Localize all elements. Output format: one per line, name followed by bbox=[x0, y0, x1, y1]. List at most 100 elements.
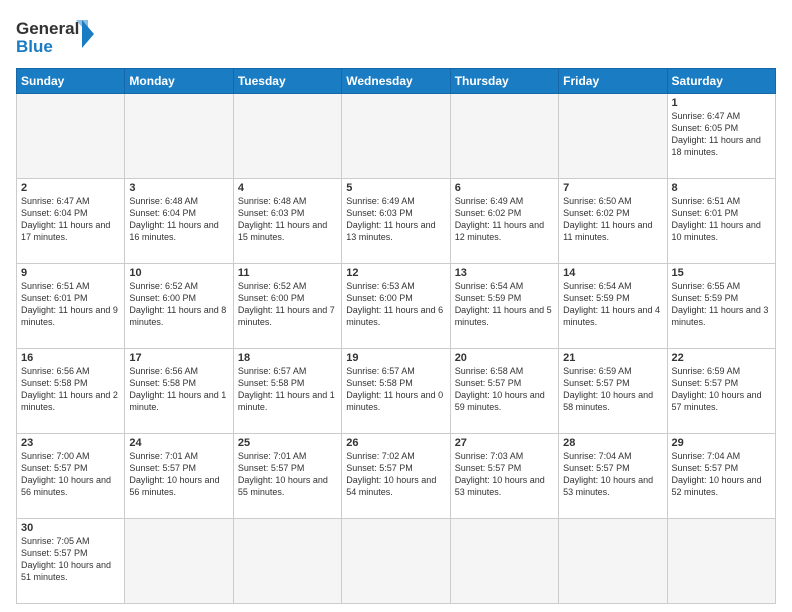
calendar-cell: 22Sunrise: 6:59 AM Sunset: 5:57 PM Dayli… bbox=[667, 349, 775, 434]
day-info: Sunrise: 6:48 AM Sunset: 6:04 PM Dayligh… bbox=[129, 195, 228, 244]
day-number: 25 bbox=[238, 437, 337, 449]
calendar-week-3: 9Sunrise: 6:51 AM Sunset: 6:01 PM Daylig… bbox=[17, 264, 776, 349]
day-info: Sunrise: 6:52 AM Sunset: 6:00 PM Dayligh… bbox=[129, 280, 228, 329]
calendar-cell: 27Sunrise: 7:03 AM Sunset: 5:57 PM Dayli… bbox=[450, 434, 558, 519]
calendar-cell: 8Sunrise: 6:51 AM Sunset: 6:01 PM Daylig… bbox=[667, 179, 775, 264]
day-info: Sunrise: 6:52 AM Sunset: 6:00 PM Dayligh… bbox=[238, 280, 337, 329]
day-number: 26 bbox=[346, 437, 445, 449]
day-info: Sunrise: 7:02 AM Sunset: 5:57 PM Dayligh… bbox=[346, 450, 445, 499]
calendar-cell: 21Sunrise: 6:59 AM Sunset: 5:57 PM Dayli… bbox=[559, 349, 667, 434]
weekday-header-thursday: Thursday bbox=[450, 69, 558, 94]
calendar-table: SundayMondayTuesdayWednesdayThursdayFrid… bbox=[16, 68, 776, 604]
day-info: Sunrise: 6:58 AM Sunset: 5:57 PM Dayligh… bbox=[455, 365, 554, 414]
calendar-cell: 24Sunrise: 7:01 AM Sunset: 5:57 PM Dayli… bbox=[125, 434, 233, 519]
day-number: 6 bbox=[455, 182, 554, 194]
calendar-cell bbox=[667, 519, 775, 604]
day-info: Sunrise: 6:59 AM Sunset: 5:57 PM Dayligh… bbox=[563, 365, 662, 414]
day-info: Sunrise: 6:54 AM Sunset: 5:59 PM Dayligh… bbox=[563, 280, 662, 329]
day-number: 16 bbox=[21, 352, 120, 364]
weekday-header-wednesday: Wednesday bbox=[342, 69, 450, 94]
calendar-cell bbox=[450, 519, 558, 604]
day-number: 8 bbox=[672, 182, 771, 194]
calendar-cell: 10Sunrise: 6:52 AM Sunset: 6:00 PM Dayli… bbox=[125, 264, 233, 349]
logo: GeneralBlue bbox=[16, 16, 96, 58]
calendar-cell: 4Sunrise: 6:48 AM Sunset: 6:03 PM Daylig… bbox=[233, 179, 341, 264]
day-number: 23 bbox=[21, 437, 120, 449]
day-number: 7 bbox=[563, 182, 662, 194]
calendar-cell: 23Sunrise: 7:00 AM Sunset: 5:57 PM Dayli… bbox=[17, 434, 125, 519]
day-number: 9 bbox=[21, 267, 120, 279]
day-number: 30 bbox=[21, 522, 120, 534]
calendar-cell: 9Sunrise: 6:51 AM Sunset: 6:01 PM Daylig… bbox=[17, 264, 125, 349]
calendar-week-1: 1Sunrise: 6:47 AM Sunset: 6:05 PM Daylig… bbox=[17, 94, 776, 179]
calendar-cell: 25Sunrise: 7:01 AM Sunset: 5:57 PM Dayli… bbox=[233, 434, 341, 519]
calendar-cell bbox=[559, 519, 667, 604]
calendar-cell bbox=[125, 94, 233, 179]
calendar-cell: 15Sunrise: 6:55 AM Sunset: 5:59 PM Dayli… bbox=[667, 264, 775, 349]
day-number: 3 bbox=[129, 182, 228, 194]
calendar-cell bbox=[233, 519, 341, 604]
calendar-cell: 28Sunrise: 7:04 AM Sunset: 5:57 PM Dayli… bbox=[559, 434, 667, 519]
weekday-header-sunday: Sunday bbox=[17, 69, 125, 94]
calendar-week-4: 16Sunrise: 6:56 AM Sunset: 5:58 PM Dayli… bbox=[17, 349, 776, 434]
calendar-cell: 12Sunrise: 6:53 AM Sunset: 6:00 PM Dayli… bbox=[342, 264, 450, 349]
calendar-cell: 2Sunrise: 6:47 AM Sunset: 6:04 PM Daylig… bbox=[17, 179, 125, 264]
day-info: Sunrise: 7:03 AM Sunset: 5:57 PM Dayligh… bbox=[455, 450, 554, 499]
day-info: Sunrise: 7:01 AM Sunset: 5:57 PM Dayligh… bbox=[238, 450, 337, 499]
calendar-cell bbox=[450, 94, 558, 179]
day-number: 11 bbox=[238, 267, 337, 279]
day-info: Sunrise: 6:50 AM Sunset: 6:02 PM Dayligh… bbox=[563, 195, 662, 244]
calendar-cell: 26Sunrise: 7:02 AM Sunset: 5:57 PM Dayli… bbox=[342, 434, 450, 519]
svg-text:General: General bbox=[16, 19, 79, 38]
calendar-cell bbox=[17, 94, 125, 179]
day-number: 2 bbox=[21, 182, 120, 194]
day-number: 12 bbox=[346, 267, 445, 279]
calendar-cell: 20Sunrise: 6:58 AM Sunset: 5:57 PM Dayli… bbox=[450, 349, 558, 434]
day-info: Sunrise: 6:53 AM Sunset: 6:00 PM Dayligh… bbox=[346, 280, 445, 329]
day-info: Sunrise: 6:57 AM Sunset: 5:58 PM Dayligh… bbox=[238, 365, 337, 414]
day-number: 27 bbox=[455, 437, 554, 449]
calendar-cell: 18Sunrise: 6:57 AM Sunset: 5:58 PM Dayli… bbox=[233, 349, 341, 434]
day-info: Sunrise: 7:04 AM Sunset: 5:57 PM Dayligh… bbox=[672, 450, 771, 499]
header: GeneralBlue bbox=[16, 16, 776, 58]
day-info: Sunrise: 6:57 AM Sunset: 5:58 PM Dayligh… bbox=[346, 365, 445, 414]
day-info: Sunrise: 6:51 AM Sunset: 6:01 PM Dayligh… bbox=[672, 195, 771, 244]
day-number: 20 bbox=[455, 352, 554, 364]
day-number: 29 bbox=[672, 437, 771, 449]
day-number: 1 bbox=[672, 97, 771, 109]
calendar-cell bbox=[342, 519, 450, 604]
day-info: Sunrise: 7:00 AM Sunset: 5:57 PM Dayligh… bbox=[21, 450, 120, 499]
calendar-cell: 7Sunrise: 6:50 AM Sunset: 6:02 PM Daylig… bbox=[559, 179, 667, 264]
page: GeneralBlue SundayMondayTuesdayWednesday… bbox=[0, 0, 792, 612]
weekday-header-saturday: Saturday bbox=[667, 69, 775, 94]
day-info: Sunrise: 6:56 AM Sunset: 5:58 PM Dayligh… bbox=[129, 365, 228, 414]
svg-text:Blue: Blue bbox=[16, 37, 53, 56]
calendar-cell: 11Sunrise: 6:52 AM Sunset: 6:00 PM Dayli… bbox=[233, 264, 341, 349]
day-info: Sunrise: 6:49 AM Sunset: 6:02 PM Dayligh… bbox=[455, 195, 554, 244]
calendar-cell: 16Sunrise: 6:56 AM Sunset: 5:58 PM Dayli… bbox=[17, 349, 125, 434]
day-number: 14 bbox=[563, 267, 662, 279]
day-info: Sunrise: 7:05 AM Sunset: 5:57 PM Dayligh… bbox=[21, 535, 120, 584]
day-info: Sunrise: 6:47 AM Sunset: 6:04 PM Dayligh… bbox=[21, 195, 120, 244]
day-number: 28 bbox=[563, 437, 662, 449]
calendar-week-2: 2Sunrise: 6:47 AM Sunset: 6:04 PM Daylig… bbox=[17, 179, 776, 264]
weekday-header-friday: Friday bbox=[559, 69, 667, 94]
calendar-cell bbox=[342, 94, 450, 179]
day-number: 10 bbox=[129, 267, 228, 279]
day-info: Sunrise: 6:56 AM Sunset: 5:58 PM Dayligh… bbox=[21, 365, 120, 414]
day-number: 15 bbox=[672, 267, 771, 279]
calendar-week-5: 23Sunrise: 7:00 AM Sunset: 5:57 PM Dayli… bbox=[17, 434, 776, 519]
calendar-week-6: 30Sunrise: 7:05 AM Sunset: 5:57 PM Dayli… bbox=[17, 519, 776, 604]
day-number: 21 bbox=[563, 352, 662, 364]
day-info: Sunrise: 6:49 AM Sunset: 6:03 PM Dayligh… bbox=[346, 195, 445, 244]
day-number: 19 bbox=[346, 352, 445, 364]
weekday-header-row: SundayMondayTuesdayWednesdayThursdayFrid… bbox=[17, 69, 776, 94]
calendar-cell: 30Sunrise: 7:05 AM Sunset: 5:57 PM Dayli… bbox=[17, 519, 125, 604]
day-info: Sunrise: 6:55 AM Sunset: 5:59 PM Dayligh… bbox=[672, 280, 771, 329]
calendar-cell: 14Sunrise: 6:54 AM Sunset: 5:59 PM Dayli… bbox=[559, 264, 667, 349]
logo-svg: GeneralBlue bbox=[16, 16, 96, 58]
day-info: Sunrise: 6:47 AM Sunset: 6:05 PM Dayligh… bbox=[672, 110, 771, 159]
calendar-cell: 1Sunrise: 6:47 AM Sunset: 6:05 PM Daylig… bbox=[667, 94, 775, 179]
day-info: Sunrise: 6:48 AM Sunset: 6:03 PM Dayligh… bbox=[238, 195, 337, 244]
day-number: 18 bbox=[238, 352, 337, 364]
